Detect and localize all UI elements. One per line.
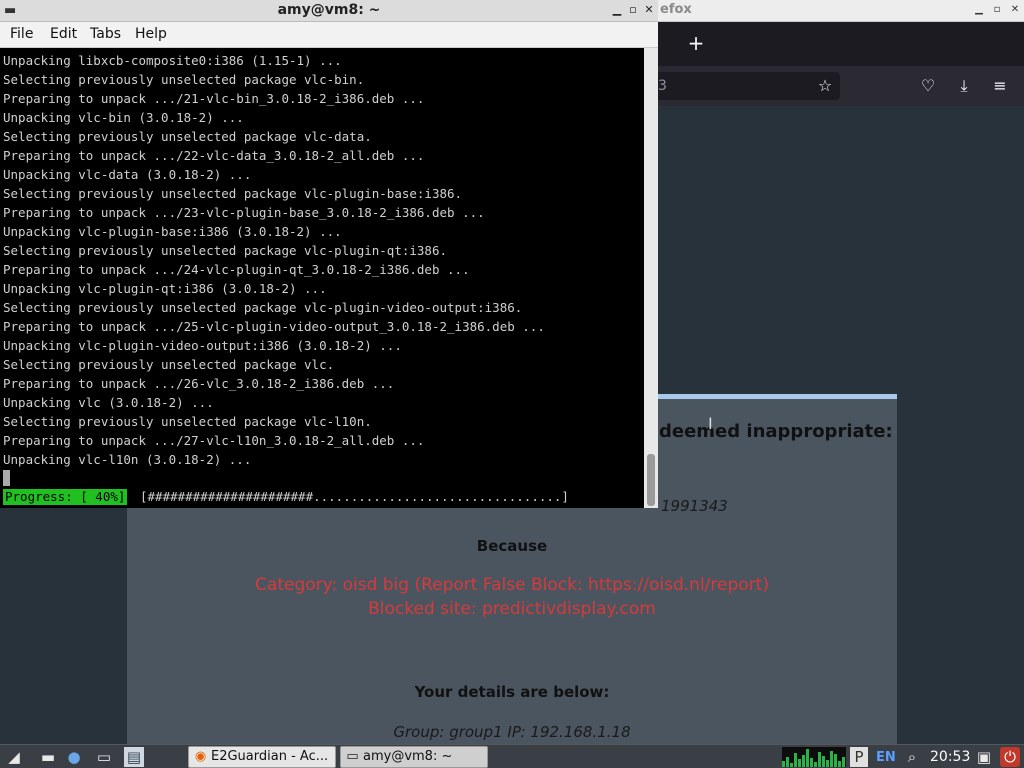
cpu-bar bbox=[830, 751, 833, 767]
terminal-line: Unpacking vlc-plugin-qt:i386 (3.0.18-2) … bbox=[3, 281, 327, 296]
cpu-bar bbox=[798, 759, 801, 767]
scrollbar-thumb[interactable] bbox=[647, 454, 655, 506]
details-heading: Your details are below: bbox=[414, 683, 610, 701]
terminal-line: Unpacking vlc-bin (3.0.18-2) ... bbox=[3, 110, 244, 125]
show-desktop-icon[interactable]: ▭ bbox=[94, 747, 114, 767]
terminal-line: Selecting previously unselected package … bbox=[3, 186, 463, 201]
cpu-monitor[interactable] bbox=[782, 747, 846, 767]
block-category: Category: oisd big (Report False Block: … bbox=[255, 575, 769, 595]
terminal-line: Selecting previously unselected package … bbox=[3, 72, 365, 87]
bookmark-star-icon[interactable]: ☆ bbox=[814, 75, 836, 97]
terminal-line: Unpacking vlc-l10n (3.0.18-2) ... bbox=[3, 452, 252, 467]
terminal-line: Preparing to unpack .../25-vlc-plugin-vi… bbox=[3, 319, 545, 334]
minimize-icon[interactable]: ▁ bbox=[972, 3, 986, 17]
maximize-icon[interactable]: ▫ bbox=[990, 3, 1004, 17]
progress-bar: [######################.................… bbox=[140, 489, 569, 504]
blocked-site: Blocked site: predictivdisplay.com bbox=[368, 599, 656, 619]
terminal-icon: ▭ bbox=[346, 749, 359, 764]
cpu-bar bbox=[838, 761, 841, 767]
keyboard-layout[interactable]: EN bbox=[876, 749, 896, 767]
maximize-icon[interactable]: ▫ bbox=[626, 3, 640, 17]
firefox-icon: ◉ bbox=[194, 749, 207, 764]
close-icon[interactable]: ✕ bbox=[1008, 3, 1022, 17]
terminal-line: Selecting previously unselected package … bbox=[3, 414, 372, 429]
terminal-line: Unpacking vlc (3.0.18-2) ... bbox=[3, 395, 214, 410]
terminal-title: amy@vm8: ~ bbox=[277, 2, 381, 18]
firefox-title: efox bbox=[660, 2, 692, 17]
start-menu-icon[interactable]: ◢ bbox=[4, 747, 24, 767]
cpu-bar bbox=[842, 757, 845, 767]
terminal-output[interactable]: Unpacking libxcb-composite0:i386 (1.15-1… bbox=[0, 48, 644, 508]
cpu-bar bbox=[810, 758, 813, 767]
browser-launcher-icon[interactable]: ● bbox=[64, 747, 84, 767]
menu-help[interactable]: Help bbox=[135, 26, 167, 42]
file-manager-icon[interactable]: ▬ bbox=[38, 747, 58, 767]
taskbar-task-terminal[interactable]: ▭ amy@vm8: ~ bbox=[340, 746, 488, 768]
url-bar[interactable]: 3 bbox=[640, 72, 840, 100]
terminal-line: Unpacking vlc-plugin-video-output:i386 (… bbox=[3, 338, 402, 353]
cpu-bar bbox=[794, 753, 797, 767]
terminal-line: Preparing to unpack .../22-vlc-data_3.0.… bbox=[3, 148, 425, 163]
terminal-line: Selecting previously unselected package … bbox=[3, 129, 372, 144]
cpu-bar bbox=[802, 755, 805, 767]
power-icon[interactable]: ⏻ bbox=[1000, 747, 1020, 767]
terminal-line: Preparing to unpack .../23-vlc-plugin-ba… bbox=[3, 205, 485, 220]
progress-label: Progress: [ 40%] bbox=[3, 489, 128, 505]
task-label: amy@vm8: ~ bbox=[363, 749, 453, 764]
minimize-icon[interactable]: ▁ bbox=[610, 3, 624, 17]
terminal-titlebar[interactable]: ▬ amy@vm8: ~ ▁ ▫ ✕ bbox=[0, 0, 658, 22]
taskbar: ◢ ▬ ● ▭ ▤ ◉ E2Guardian - Ac... ▭ amy@vm8… bbox=[0, 744, 1024, 768]
text-cursor-icon: I bbox=[708, 414, 713, 433]
terminal-line: Preparing to unpack .../24-vlc-plugin-qt… bbox=[3, 262, 470, 277]
terminal-line: Selecting previously unselected package … bbox=[3, 357, 335, 372]
group-ip-info: Group: group1 IP: 192.168.1.18 bbox=[393, 723, 631, 741]
cpu-bar bbox=[826, 760, 829, 767]
cpu-bar bbox=[814, 762, 817, 767]
terminal-line: Unpacking libxcb-composite0:i386 (1.15-1… bbox=[3, 53, 342, 68]
cpu-bar bbox=[786, 757, 789, 767]
because-label: Because bbox=[476, 537, 548, 555]
cpu-bar bbox=[822, 756, 825, 767]
terminal-caret bbox=[3, 470, 10, 486]
terminal-line: Selecting previously unselected package … bbox=[3, 243, 448, 258]
terminal-scrollbar[interactable] bbox=[644, 48, 658, 508]
search-icon[interactable]: ⌕ bbox=[902, 747, 922, 767]
taskbar-task-firefox[interactable]: ◉ E2Guardian - Ac... bbox=[188, 746, 336, 768]
terminal-line: Preparing to unpack .../26-vlc_3.0.18-2_… bbox=[3, 376, 395, 391]
desktop-icon[interactable]: ▤ bbox=[124, 747, 144, 767]
new-tab-icon[interactable]: + bbox=[684, 31, 708, 55]
terminal-menubar: File Edit Tabs Help bbox=[0, 22, 658, 48]
pocket-icon[interactable]: ♡ bbox=[917, 75, 939, 97]
cpu-bar bbox=[806, 749, 809, 767]
terminal-line: Unpacking vlc-plugin-base:i386 (3.0.18-2… bbox=[3, 224, 342, 239]
clock[interactable]: 20:53 bbox=[930, 747, 970, 767]
cpu-bar bbox=[782, 761, 785, 767]
close-icon[interactable]: ✕ bbox=[642, 3, 656, 17]
task-label: E2Guardian - Ac... bbox=[211, 749, 329, 764]
pause-icon[interactable]: P bbox=[850, 747, 868, 767]
terminal-window: ▬ amy@vm8: ~ ▁ ▫ ✕ File Edit Tabs Help U… bbox=[0, 0, 658, 508]
lock-screen-icon[interactable]: ▣ bbox=[974, 747, 994, 767]
menu-tabs[interactable]: Tabs bbox=[90, 26, 121, 42]
menu-edit[interactable]: Edit bbox=[50, 26, 77, 42]
cpu-bar bbox=[818, 752, 821, 767]
terminal-line: Unpacking vlc-data (3.0.18-2) ... bbox=[3, 167, 252, 182]
terminal-line: Preparing to unpack .../27-vlc-l10n_3.0.… bbox=[3, 433, 425, 448]
terminal-line: Preparing to unpack .../21-vlc-bin_3.0.1… bbox=[3, 91, 425, 106]
download-icon[interactable]: ⤓ bbox=[953, 75, 975, 97]
cpu-bar bbox=[834, 754, 837, 767]
cpu-bar bbox=[790, 763, 793, 767]
menu-file[interactable]: File bbox=[10, 26, 33, 42]
menu-icon[interactable]: ≡ bbox=[989, 75, 1011, 97]
terminal-line: Selecting previously unselected package … bbox=[3, 300, 523, 315]
